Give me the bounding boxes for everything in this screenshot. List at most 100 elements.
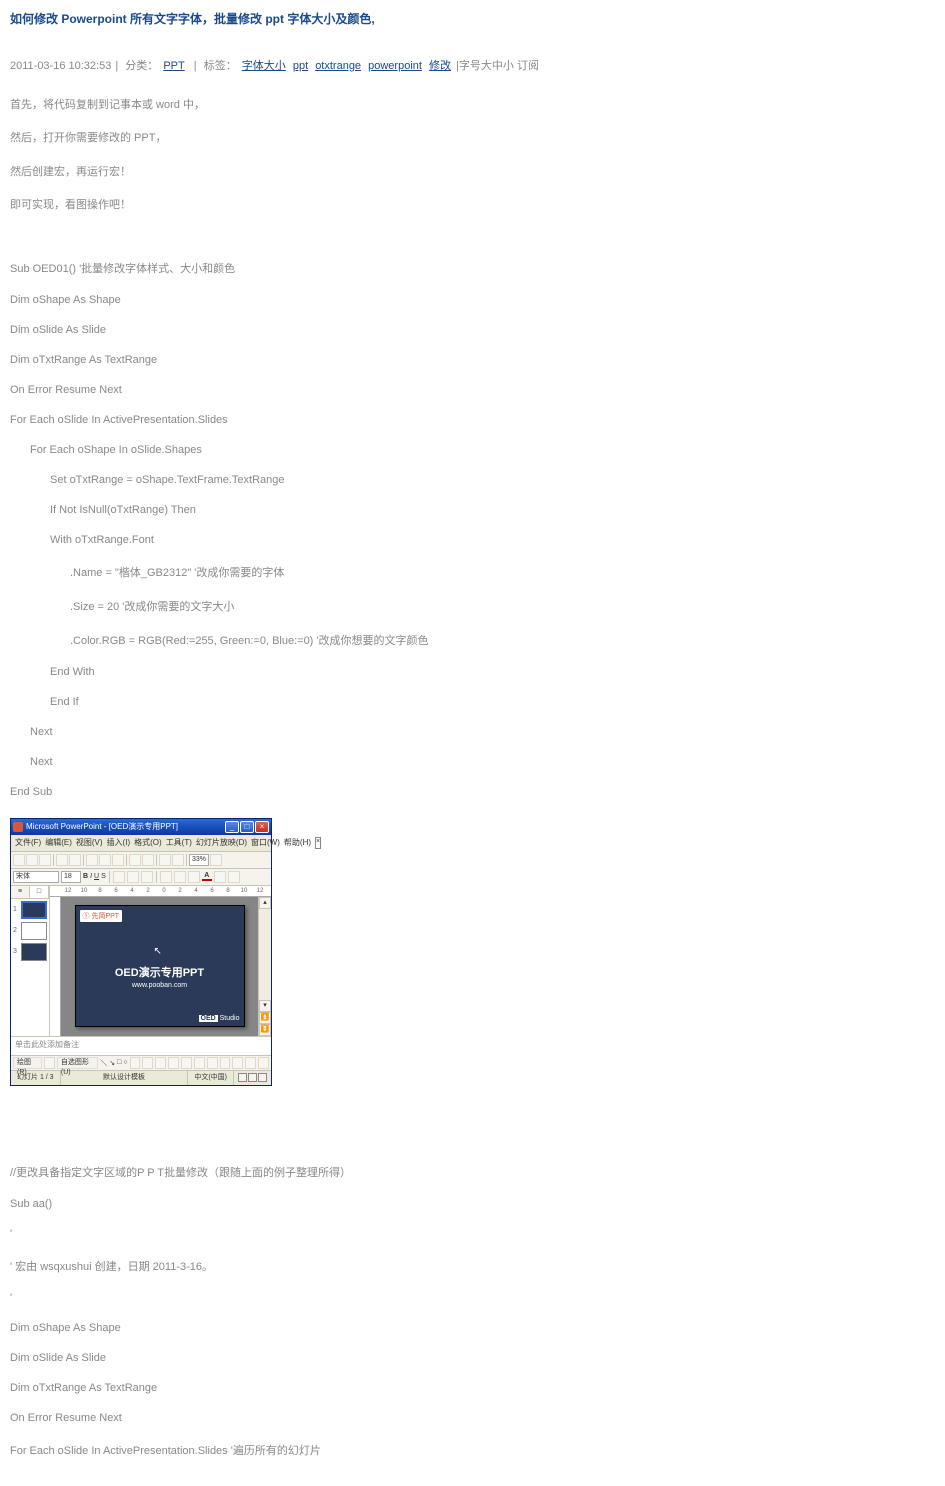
meta-extra: |字号大中小 订阅: [456, 60, 539, 72]
tag-link[interactable]: otxtrange: [315, 60, 361, 72]
normal-view-icon[interactable]: [238, 1073, 247, 1082]
textbox-tool[interactable]: [130, 1057, 141, 1069]
vertical-scrollbar[interactable]: ▴ ▾ ⏫ ⏬: [258, 897, 271, 1036]
arrow-tool-icon[interactable]: ↘: [109, 1059, 115, 1067]
fillcolor-tool[interactable]: [168, 1057, 179, 1069]
section-comment: //更改具备指定文字区域的P P T批量修改（跟随上面的例子整理所得）: [10, 1164, 935, 1180]
minimize-button[interactable]: _: [225, 821, 239, 833]
prev-slide-icon[interactable]: ⏫: [259, 1012, 271, 1024]
code-line: Sub aa(): [10, 1198, 935, 1210]
italic-button[interactable]: I: [90, 873, 92, 880]
drawing-toolbar: 绘图(R) 自选图形(U) ＼ ↘ □ ○: [11, 1055, 271, 1070]
shadow-tool[interactable]: [245, 1057, 256, 1069]
clipart-tool[interactable]: [155, 1057, 166, 1069]
bullets-button[interactable]: [160, 871, 172, 883]
menu-help[interactable]: 帮助(H): [284, 837, 311, 848]
current-slide[interactable]: ① 先简PPT ↖ OED演示专用PPT www.pooban.com OED …: [75, 905, 245, 1027]
menu-window[interactable]: 窗口(W): [251, 837, 280, 848]
close-button[interactable]: ×: [255, 821, 269, 833]
print-button[interactable]: [56, 854, 68, 866]
app-icon: [13, 822, 23, 832]
arrow-style-tool[interactable]: [232, 1057, 243, 1069]
table-button[interactable]: [159, 854, 171, 866]
copy-button[interactable]: [99, 854, 111, 866]
mdi-close-icon[interactable]: ×: [315, 837, 321, 849]
notes-pane[interactable]: 单击此处添加备注: [11, 1036, 271, 1055]
sorter-view-icon[interactable]: [248, 1073, 257, 1082]
standard-toolbar: 33%: [11, 852, 271, 869]
slide-thumbnail[interactable]: [21, 901, 47, 919]
align-left-button[interactable]: [113, 871, 125, 883]
slide-logo: ① 先简PPT: [80, 910, 123, 922]
paste-button[interactable]: [112, 854, 124, 866]
undo-button[interactable]: [129, 854, 141, 866]
menu-file[interactable]: 文件(F): [15, 837, 41, 848]
code-line: Dim oTxtRange As TextRange: [10, 1382, 935, 1394]
tag-link[interactable]: 字体大小: [242, 60, 286, 72]
linecolor-tool[interactable]: [181, 1057, 192, 1069]
intro-para: 然后，打开你需要修改的 PPT，: [10, 131, 935, 146]
cut-button[interactable]: [86, 854, 98, 866]
menu-tools[interactable]: 工具(T): [166, 837, 192, 848]
font-color-button[interactable]: A: [202, 872, 212, 881]
cursor-icon: ↖: [154, 946, 162, 957]
help-button[interactable]: [210, 854, 222, 866]
open-button[interactable]: [26, 854, 38, 866]
menu-edit[interactable]: 编辑(E): [45, 837, 72, 848]
slide-thumbnail[interactable]: [21, 943, 47, 961]
thumb-number: 3: [13, 948, 19, 955]
slide-editor: 12108 642 024 6810 12 ① 先简PPT ↖ OED演示专用P…: [50, 886, 271, 1036]
new-button[interactable]: [13, 854, 25, 866]
lineweight-tool[interactable]: [207, 1057, 218, 1069]
redo-button[interactable]: [142, 854, 154, 866]
tag-link[interactable]: powerpoint: [368, 60, 422, 72]
powerpoint-screenshot: Microsoft PowerPoint - [OED演示专用PPT] _ □ …: [10, 818, 272, 1086]
tag-link[interactable]: 修改: [429, 60, 451, 72]
menu-view[interactable]: 视图(V): [76, 837, 103, 848]
align-center-button[interactable]: [127, 871, 139, 883]
scroll-down-icon[interactable]: ▾: [259, 1000, 271, 1012]
oval-tool-icon[interactable]: ○: [123, 1059, 127, 1066]
horizontal-ruler: 12108 642 024 6810 12: [50, 886, 271, 897]
newslide-button[interactable]: [228, 871, 240, 883]
increase-font-button[interactable]: [174, 871, 186, 883]
menu-format[interactable]: 格式(O): [134, 837, 162, 848]
chart-button[interactable]: [172, 854, 184, 866]
bold-button[interactable]: B: [83, 873, 88, 880]
underline-button[interactable]: U: [94, 873, 99, 880]
category-link[interactable]: PPT: [163, 60, 184, 72]
wordart-tool[interactable]: [142, 1057, 153, 1069]
font-size-select[interactable]: 18: [61, 871, 81, 883]
code-line: For Each oSlide In ActivePresentation.Sl…: [10, 414, 935, 426]
tag-link[interactable]: ppt: [293, 60, 308, 72]
code-line: With oTxtRange.Font: [10, 534, 935, 546]
rect-tool-icon[interactable]: □: [117, 1059, 121, 1066]
preview-button[interactable]: [69, 854, 81, 866]
align-right-button[interactable]: [141, 871, 153, 883]
next-slide-icon[interactable]: ⏬: [259, 1024, 271, 1036]
font-name-select[interactable]: 宋体: [13, 871, 59, 883]
outline-tab[interactable]: ≡: [11, 886, 30, 898]
scroll-up-icon[interactable]: ▴: [259, 897, 271, 909]
dash-tool[interactable]: [220, 1057, 231, 1069]
decrease-font-button[interactable]: [188, 871, 200, 883]
slides-tab[interactable]: □: [30, 886, 49, 898]
menu-slideshow[interactable]: 幻灯片放映(D): [196, 837, 247, 848]
zoom-select[interactable]: 33%: [189, 854, 209, 866]
code-line: .Size = 20 '改成你需要的文字大小: [10, 598, 935, 614]
line-tool-icon[interactable]: ＼: [100, 1058, 107, 1068]
fontcolor-tool[interactable]: [194, 1057, 205, 1069]
save-button[interactable]: [39, 854, 51, 866]
intro-para: 即可实现，看图操作吧！: [10, 198, 935, 213]
autoshapes-menu[interactable]: 自选图形(U): [57, 1057, 98, 1069]
menu-insert[interactable]: 插入(I): [107, 837, 131, 848]
design-button[interactable]: [214, 871, 226, 883]
3d-tool[interactable]: [258, 1057, 269, 1069]
slideshow-view-icon[interactable]: [258, 1073, 267, 1082]
draw-menu[interactable]: 绘图(R): [13, 1057, 42, 1069]
shadow-button[interactable]: S: [101, 873, 106, 880]
maximize-button[interactable]: □: [240, 821, 254, 833]
select-tool[interactable]: [44, 1057, 55, 1069]
slide-thumbnail[interactable]: [21, 922, 47, 940]
code-line: ' 宏由 wsqxushui 创建，日期 2011-3-16。: [10, 1258, 935, 1274]
